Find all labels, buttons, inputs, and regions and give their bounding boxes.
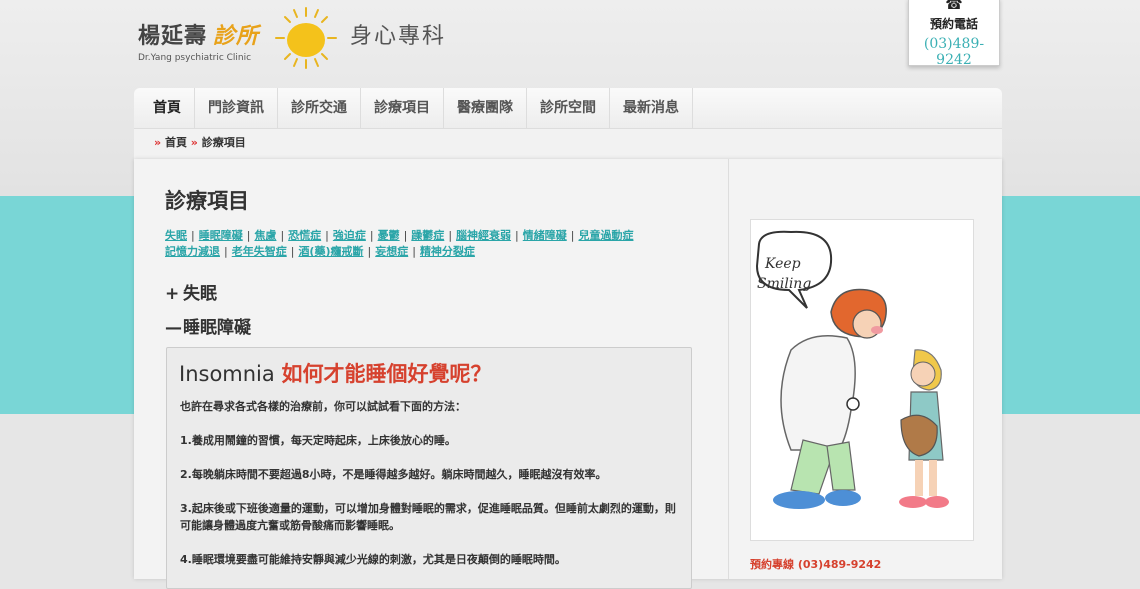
paragraph: 4.睡眠環境要盡可能維持安靜與減少光線的刺激，尤其是日夜顛倒的睡眠時間。 xyxy=(180,553,566,566)
breadcrumb-arrow-icon: » xyxy=(190,136,198,149)
nav-team[interactable]: 醫療團隊 xyxy=(444,88,527,128)
service-links: 失眠 | 睡眠障礙 | 焦慮 | 恐慌症 | 強迫症 | 憂鬱 | 躁鬱症 | 腦神經衰弱 | 情緒障礙 | 兒童過… xyxy=(165,229,634,258)
paragraph: 也許在尋求各式各樣的治療前，你可以試試看下面的方法： xyxy=(180,400,466,413)
breadcrumb: » 首頁 » 診療項目 xyxy=(134,129,1002,159)
keep-smiling-illustration: Keep Smiling xyxy=(750,219,974,541)
clinic-name: 楊延壽 xyxy=(138,23,208,49)
insomnia-content-box: Insomnia 如何才能睡個好覺呢？ 也許在尋求各式各樣的治療前，你可以試試看… xyxy=(166,347,692,589)
link-mood-disorder[interactable]: 情緒障礙 xyxy=(523,229,567,242)
link-delusion[interactable]: 妄想症 xyxy=(375,245,408,258)
link-schizophrenia[interactable]: 精神分裂症 xyxy=(420,245,475,258)
paragraph: 2.每晚躺床時間不要超過8小時，不是睡得越多越好。躺床時間越久，睡眠越沒有效率。 xyxy=(180,468,607,481)
box-title-zh: 如何才能睡個好覺呢？ xyxy=(281,362,492,386)
link-anxiety[interactable]: 焦慮 xyxy=(254,229,276,242)
link-insomnia[interactable]: 失眠 xyxy=(165,229,187,242)
paragraph: 1.養成用鬧鐘的習慣，每天定時起床，上床後放心的睡。 xyxy=(180,434,456,447)
nav-transport[interactable]: 診所交通 xyxy=(278,88,361,128)
sun-icon xyxy=(275,7,337,69)
accordion-sleep-disorder[interactable]: —睡眠障礙 xyxy=(165,313,251,338)
link-sleep-disorder[interactable]: 睡眠障礙 xyxy=(199,229,243,242)
link-bipolar[interactable]: 躁鬱症 xyxy=(411,229,444,242)
nav-space[interactable]: 診所空間 xyxy=(527,88,610,128)
accordion-insomnia[interactable]: + 失眠 xyxy=(165,279,217,304)
clinic-logo[interactable]: 楊延壽 診所 Dr.Yang psychiatric Clinic xyxy=(138,18,259,63)
link-panic[interactable]: 恐慌症 xyxy=(288,229,321,242)
nav-home[interactable]: 首頁 xyxy=(134,88,195,128)
link-memory[interactable]: 記憶力減退 xyxy=(165,245,220,258)
department-title: 身心專科 xyxy=(350,24,447,49)
breadcrumb-current: 診療項目 xyxy=(201,136,246,149)
link-adhd[interactable]: 兒童過動症 xyxy=(578,229,633,242)
paragraph: 3.起床後或下班後適量的運動，可以增加身體對睡眠的需求，促進睡眠品質。但睡前太劇… xyxy=(180,502,676,532)
main-nav: 首頁 門診資訊 診所交通 診療項目 醫療團隊 診所空間 最新消息 xyxy=(134,88,1002,129)
accordion-label: 睡眠障礙 xyxy=(183,318,251,338)
link-depression[interactable]: 憂鬱 xyxy=(378,229,400,242)
box-title-en: Insomnia xyxy=(179,362,275,386)
nav-news[interactable]: 最新消息 xyxy=(610,88,693,128)
bubble-text-2: Smiling xyxy=(757,276,811,292)
content-panel: 診療項目 失眠 | 睡眠障礙 | 焦慮 | 恐慌症 | 強迫症 | 憂鬱 | 躁鬱症 | 腦神經衰弱 | 情緒障… xyxy=(134,159,1002,589)
collapse-icon: — xyxy=(165,318,182,338)
nav-services[interactable]: 診療項目 xyxy=(361,88,444,128)
box-title: Insomnia 如何才能睡個好覺呢？ xyxy=(179,358,491,388)
link-addiction[interactable]: 酒(藥)癮戒斷 xyxy=(298,245,363,258)
breadcrumb-home[interactable]: 首頁 xyxy=(165,136,187,149)
nav-clinic-hours[interactable]: 門診資訊 xyxy=(195,88,278,128)
link-dementia[interactable]: 老年失智症 xyxy=(232,245,287,258)
link-ocd[interactable]: 強迫症 xyxy=(333,229,366,242)
phone-number[interactable]: (03)489-9242 xyxy=(909,36,999,68)
expand-icon: + xyxy=(165,284,180,304)
illustration-image: Keep Smiling xyxy=(755,230,949,509)
phone-widget[interactable]: ☎ 預約電話 (03)489-9242 xyxy=(908,0,1000,68)
phone-label: 預約電話 xyxy=(929,17,978,31)
clinic-english-name: Dr.Yang psychiatric Clinic xyxy=(138,53,252,63)
bubble-text-1: Keep xyxy=(764,256,801,272)
phone-icon: ☎ xyxy=(945,0,963,13)
sidebar-phone[interactable]: 預約專線 (03)489-9242 xyxy=(750,556,881,572)
clinic-word: 診所 xyxy=(213,23,260,49)
link-neurasthenia[interactable]: 腦神經衰弱 xyxy=(456,229,511,242)
page-title: 診療項目 xyxy=(165,189,249,213)
main-content: 診療項目 失眠 | 睡眠障礙 | 焦慮 | 恐慌症 | 強迫症 | 憂鬱 | 躁鬱症 | 腦神經衰弱 | 情緒障… xyxy=(134,159,729,589)
breadcrumb-arrow-icon: » xyxy=(154,136,162,149)
accordion-label: 失眠 xyxy=(183,284,217,304)
